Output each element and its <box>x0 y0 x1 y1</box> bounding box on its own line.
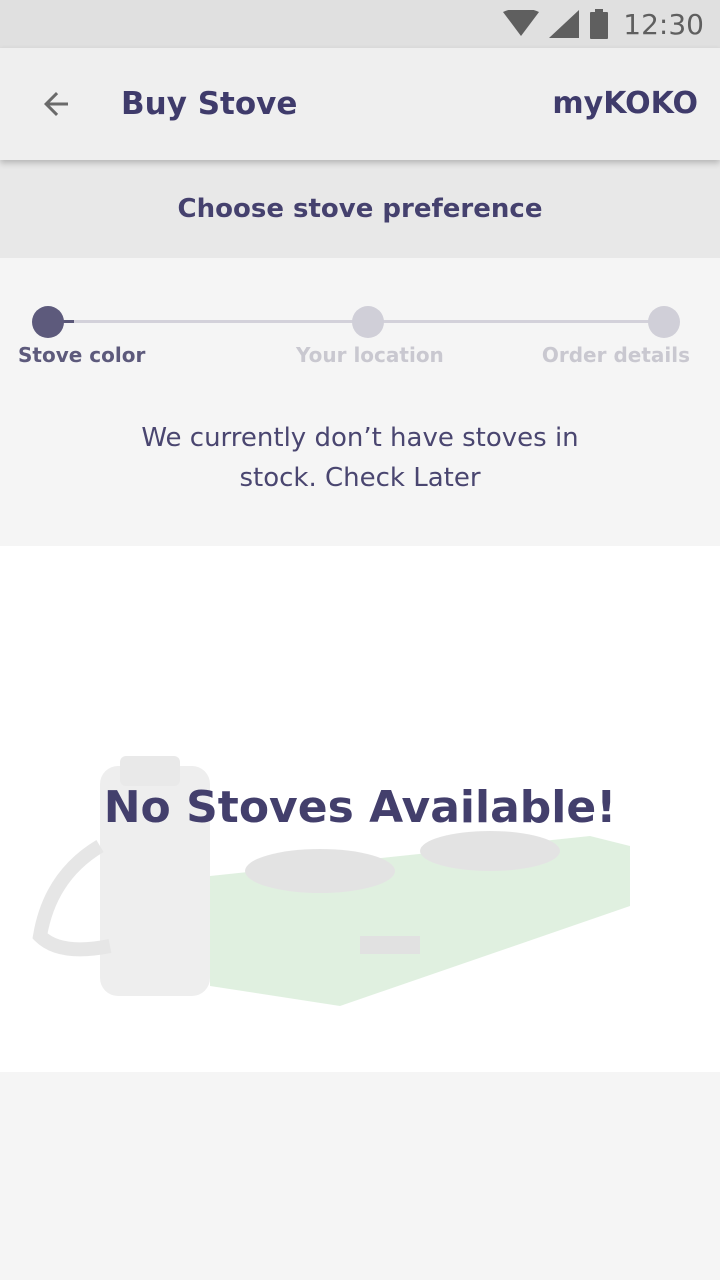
message-line-2: stock. Check Later <box>239 463 481 493</box>
brand-logo-text: myKOKO <box>552 86 698 121</box>
step-label-your-location[interactable]: Your location <box>296 343 444 367</box>
message-line-1: We currently don’t have stoves in <box>141 423 579 453</box>
back-button[interactable] <box>24 72 88 136</box>
status-time: 12:30 <box>623 7 704 41</box>
empty-state-card: No Stoves Available! <box>0 546 720 1072</box>
step-dot-your-location[interactable] <box>352 306 384 338</box>
empty-state-title: No Stoves Available! <box>103 782 617 833</box>
wifi-icon <box>503 10 540 36</box>
cell-signal-icon <box>549 10 580 38</box>
step-label-stove-color[interactable]: Stove color <box>18 343 145 367</box>
step-dot-order-details[interactable] <box>648 306 680 338</box>
section-header: Choose stove preference <box>0 160 720 258</box>
app-bar: Buy Stove myKOKO <box>0 48 720 160</box>
out-of-stock-message: We currently don’t have stoves in stock.… <box>0 418 720 498</box>
step-label-order-details[interactable]: Order details <box>542 343 690 367</box>
battery-icon <box>590 9 609 39</box>
arrow-left-icon <box>44 92 68 116</box>
status-icons: 12:30 <box>503 0 704 48</box>
page-title: Buy Stove <box>121 86 298 122</box>
status-bar: 12:30 <box>0 0 720 48</box>
progress-stepper: Stove color Your location Order details <box>0 258 720 388</box>
step-dot-stove-color[interactable] <box>32 306 64 338</box>
